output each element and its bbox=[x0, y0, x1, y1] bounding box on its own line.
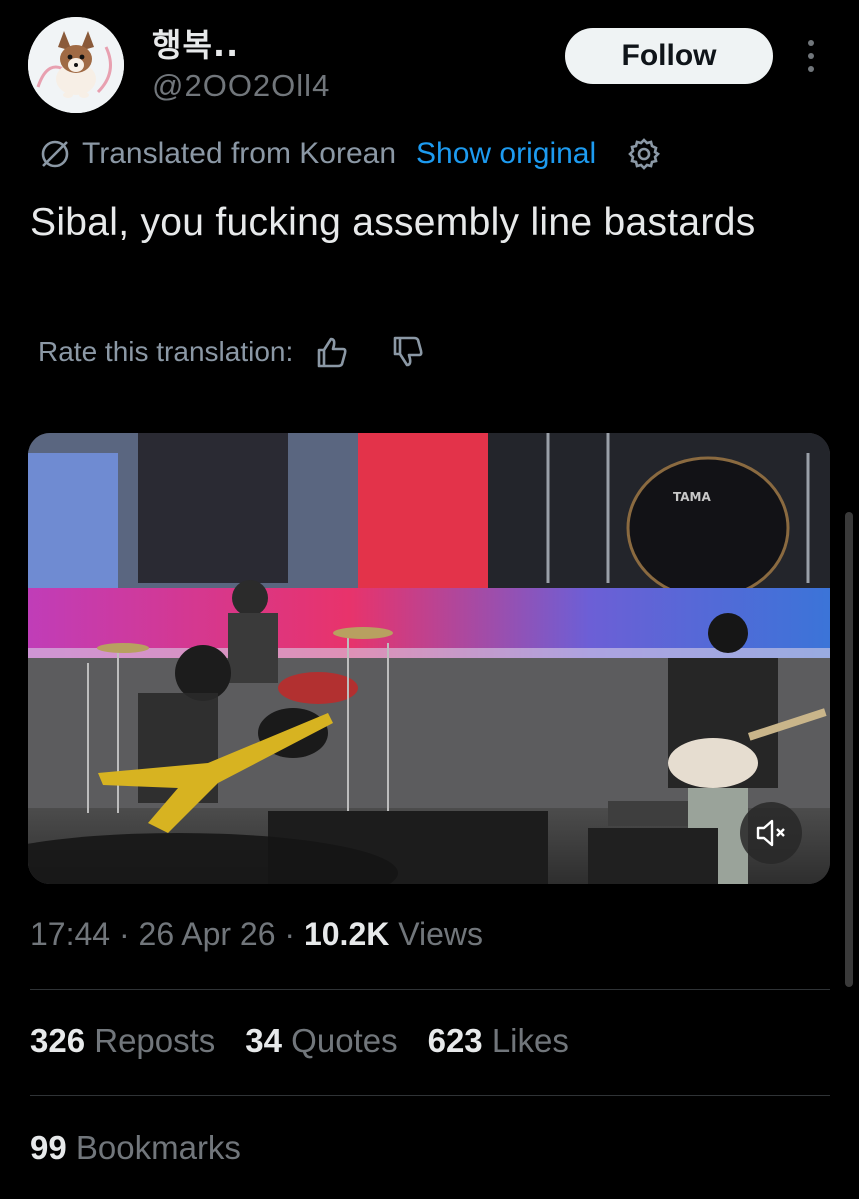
gear-icon[interactable] bbox=[626, 136, 662, 172]
likes-stat[interactable]: 623 Likes bbox=[428, 1022, 569, 1060]
rate-translation-row: Rate this translation: bbox=[38, 330, 427, 374]
tweet-time[interactable]: 17:44 bbox=[30, 916, 110, 953]
bookmarks-label: Bookmarks bbox=[66, 1129, 241, 1166]
views-count[interactable]: 10.2K bbox=[304, 916, 389, 953]
divider bbox=[30, 989, 830, 990]
user-handle[interactable]: @2OO2Oll4 bbox=[152, 68, 330, 104]
more-vertical-icon[interactable] bbox=[796, 36, 826, 76]
tweet-meta: 17:44 · 26 Apr 26 · 10.2K Views bbox=[30, 916, 483, 953]
volume-muted-icon[interactable] bbox=[740, 802, 802, 864]
follow-button[interactable]: Follow bbox=[565, 28, 773, 84]
quotes-stat[interactable]: 34 Quotes bbox=[245, 1022, 397, 1060]
display-name[interactable]: 행복.. bbox=[152, 20, 239, 66]
rate-label: Rate this translation: bbox=[38, 336, 294, 367]
avatar[interactable] bbox=[28, 17, 124, 113]
reposts-stat[interactable]: 326 Reposts bbox=[30, 1022, 215, 1060]
concert-video-frame: TAMA bbox=[28, 433, 830, 884]
drum-brand-label: TAMA bbox=[673, 490, 711, 504]
reposts-label: Reposts bbox=[85, 1022, 216, 1059]
likes-count: 623 bbox=[427, 1022, 483, 1059]
speaker-muted-glyph bbox=[756, 819, 785, 847]
divider bbox=[30, 1095, 830, 1096]
chihuahua-avatar bbox=[28, 17, 124, 113]
bookmarks-stat[interactable]: 99 Bookmarks bbox=[30, 1129, 241, 1167]
tweet-text: Sibal, you fucking assembly line bastard… bbox=[30, 201, 756, 244]
scrollbar[interactable] bbox=[845, 512, 853, 987]
quotes-count: 34 bbox=[245, 1022, 283, 1059]
globe-slash-icon bbox=[41, 140, 69, 168]
meta-separator: · bbox=[110, 916, 139, 952]
translated-label: Translated from Korean bbox=[82, 137, 397, 170]
more-dot bbox=[808, 40, 814, 46]
meta-separator: · bbox=[275, 916, 304, 952]
video-player[interactable]: TAMA bbox=[28, 433, 830, 884]
likes-label: Likes bbox=[482, 1022, 569, 1059]
views-label: Views bbox=[389, 916, 484, 952]
show-original-link[interactable]: Show original bbox=[416, 137, 596, 171]
thumbs-up-icon[interactable] bbox=[313, 333, 351, 371]
engagement-stats: 326 Reposts 34 Quotes 623 Likes bbox=[30, 1022, 599, 1060]
tweet-date[interactable]: 26 Apr 26 bbox=[139, 916, 276, 953]
translation-row: Translated from Korean Show original bbox=[38, 132, 662, 176]
more-dot bbox=[808, 53, 814, 59]
more-dot bbox=[808, 66, 814, 72]
quotes-label: Quotes bbox=[282, 1022, 398, 1059]
reposts-count: 326 bbox=[30, 1022, 86, 1059]
bookmarks-count: 99 bbox=[30, 1129, 67, 1166]
thumbs-down-icon[interactable] bbox=[389, 333, 427, 371]
